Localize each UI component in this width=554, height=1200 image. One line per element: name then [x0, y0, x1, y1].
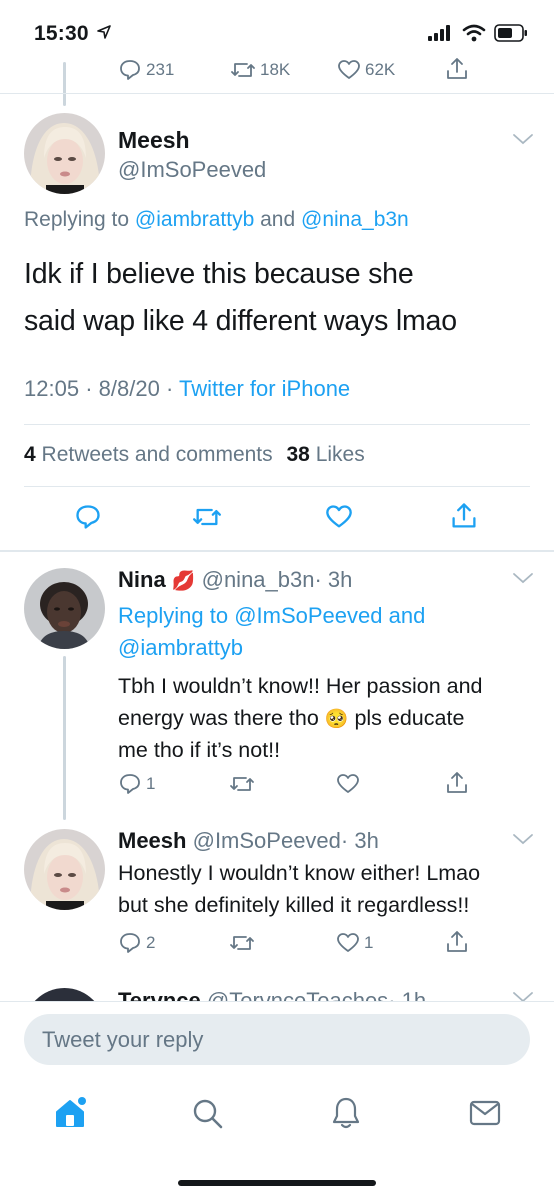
author-name[interactable]: Nina — [118, 567, 166, 592]
reply-header: Meesh @ImSoPeeved· 3h — [118, 828, 379, 854]
avatar[interactable] — [24, 829, 105, 910]
notifications-icon — [332, 1097, 360, 1129]
share-button[interactable] — [444, 929, 470, 955]
author-handle[interactable]: @TervnceTeaches — [207, 988, 388, 1002]
retweet-button[interactable] — [191, 503, 223, 531]
mention-link[interactable]: @iambrattyb — [135, 208, 254, 231]
reply-icon — [76, 505, 100, 529]
divider — [0, 93, 554, 94]
like-button[interactable] — [336, 772, 364, 796]
prev-retweet-button[interactable]: 18K — [230, 58, 290, 82]
retweet-icon — [231, 63, 255, 77]
prev-reply-button[interactable]: 231 — [118, 58, 174, 82]
tweet-reply-input[interactable]: Tweet your reply — [24, 1014, 530, 1065]
share-icon — [447, 772, 467, 793]
status-time: 15:30 — [34, 22, 111, 46]
home-icon — [56, 1097, 86, 1127]
share-icon — [452, 503, 476, 528]
search-icon — [193, 1099, 223, 1129]
like-button[interactable] — [324, 503, 354, 531]
heart-icon — [338, 60, 360, 79]
avatar[interactable] — [24, 568, 105, 649]
location-arrow-icon — [96, 25, 111, 39]
tab-home[interactable] — [53, 1096, 87, 1130]
reply-header: Nina 💋 @nina_b3n· 3h — [118, 567, 352, 593]
timestamp: · 3h — [314, 567, 353, 592]
heart-icon — [337, 774, 359, 793]
tab-notifications[interactable] — [330, 1095, 362, 1131]
lips-emoji: 💋 — [171, 571, 196, 592]
replying-to: Replying to @ImSoPeeved and @iambrattyb — [118, 603, 426, 660]
engagement-stats[interactable]: 4 Retweets and comments 38 Likes — [24, 443, 365, 467]
tab-messages[interactable] — [468, 1099, 502, 1127]
share-button[interactable] — [444, 770, 470, 796]
retweet-icon — [230, 777, 254, 791]
mention-link[interactable]: @ImSoPeeved — [234, 603, 382, 628]
thread-line — [63, 62, 66, 106]
reply-button[interactable]: 1 — [118, 772, 155, 796]
reply-icon — [120, 933, 140, 953]
battery-icon — [494, 24, 527, 42]
like-button[interactable]: 1 — [336, 931, 373, 955]
tweet-meta: 12:05 · 8/8/20 · Twitter for iPhone — [24, 376, 351, 401]
divider — [24, 424, 530, 425]
author-handle[interactable]: @ImSoPeeved — [118, 157, 266, 183]
wifi-icon — [462, 24, 486, 42]
retweet-button[interactable] — [229, 772, 259, 796]
reply-icon — [120, 60, 140, 80]
reply-text: Tbh I wouldn’t know!! Her passion and en… — [118, 674, 483, 762]
pleading-emoji: 🥺 — [324, 708, 349, 730]
divider — [24, 486, 530, 487]
reply-button[interactable] — [74, 503, 102, 531]
reply-button[interactable]: 2 — [118, 931, 155, 955]
signal-icon — [428, 25, 450, 41]
tab-bar — [0, 1078, 554, 1158]
prev-like-button[interactable]: 62K — [337, 58, 395, 82]
author-handle[interactable]: @ImSoPeeved — [193, 828, 341, 853]
mention-link[interactable]: @iambrattyb — [118, 635, 243, 660]
share-icon — [447, 931, 467, 952]
chevron-down-icon[interactable] — [512, 571, 534, 585]
author-name[interactable]: Meesh — [118, 127, 190, 154]
reply-icon — [120, 774, 140, 794]
thread-line — [63, 656, 66, 820]
chevron-down-icon[interactable] — [512, 832, 534, 846]
heart-icon — [326, 505, 352, 528]
timestamp: · 3h — [340, 828, 379, 853]
prev-share-button[interactable] — [444, 56, 470, 82]
avatar[interactable] — [24, 113, 105, 194]
author-name[interactable]: Meesh — [118, 828, 186, 853]
replying-to: Replying to @iambrattyb and @nina_b3n — [24, 208, 409, 231]
reply-header: Tervnce @TervnceTeaches· 1h — [118, 988, 426, 1002]
retweet-icon — [193, 508, 221, 526]
retweet-icon — [230, 936, 254, 950]
heart-icon — [337, 933, 359, 952]
share-button[interactable] — [449, 501, 479, 531]
share-icon — [447, 58, 467, 79]
home-indicator[interactable] — [178, 1180, 376, 1186]
source-link[interactable]: Twitter for iPhone — [179, 376, 350, 401]
mention-link[interactable]: @nina_b3n — [301, 208, 409, 231]
retweet-button[interactable] — [229, 931, 259, 955]
timestamp: · 1h — [388, 988, 427, 1002]
clipped-reply: Tervnce @TervnceTeaches· 1h — [0, 976, 554, 1002]
divider — [0, 1001, 554, 1002]
reply-text: Honestly I wouldn’t know either! Lmao bu… — [118, 861, 481, 917]
author-name[interactable]: Tervnce — [118, 988, 201, 1002]
divider — [0, 550, 554, 552]
tweet-text: Idk if I believe this because she said w… — [24, 258, 457, 337]
status-indicators — [428, 24, 528, 42]
tab-search[interactable] — [191, 1097, 225, 1131]
avatar[interactable] — [24, 988, 105, 1002]
author-handle[interactable]: @nina_b3n — [202, 567, 315, 592]
messages-icon — [469, 1100, 501, 1126]
chevron-down-icon[interactable] — [512, 132, 534, 146]
